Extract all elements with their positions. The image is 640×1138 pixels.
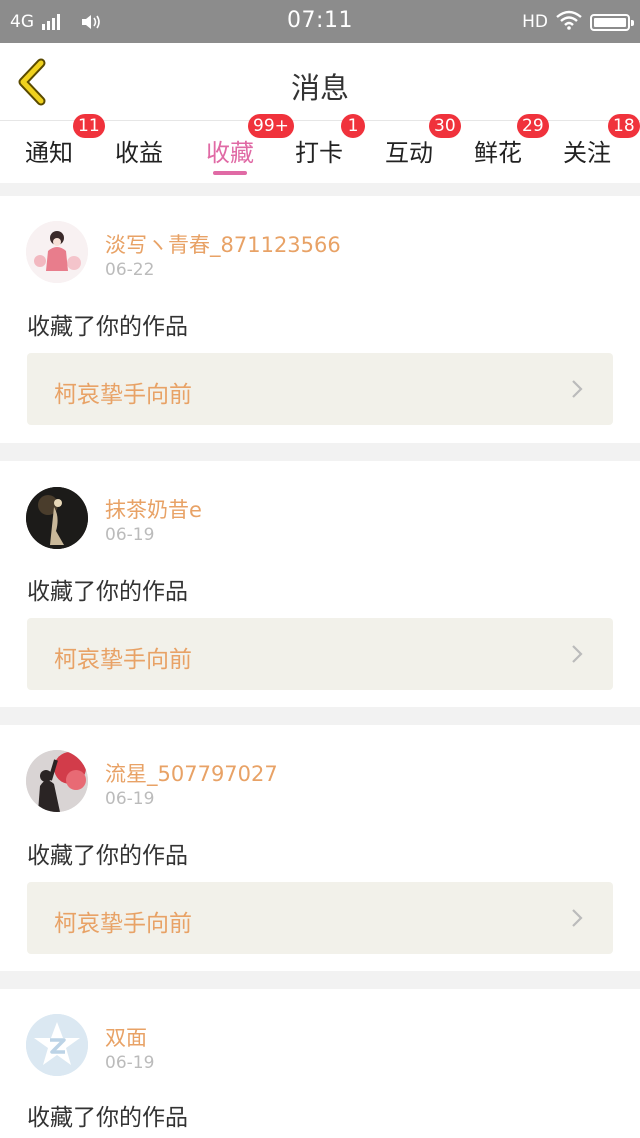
- unread-badge: 99+: [248, 114, 294, 138]
- message-text: 收藏了你的作品: [27, 1105, 188, 1131]
- unread-badge: 30: [429, 114, 461, 138]
- chevron-right-icon: [572, 645, 583, 663]
- message-card: 流星_507797027 06-19 收藏了你的作品 柯哀挚手向前: [0, 725, 640, 971]
- chevron-right-icon: [572, 380, 583, 398]
- avatar[interactable]: [26, 1014, 88, 1076]
- message-card: 双面 06-19 收藏了你的作品: [0, 989, 640, 1138]
- unread-badge: 29: [517, 114, 549, 138]
- tab-flowers[interactable]: 鲜花 29: [474, 114, 549, 183]
- battery-icon: [590, 13, 634, 31]
- avatar[interactable]: [26, 750, 88, 812]
- username[interactable]: 流星_507797027: [105, 758, 278, 788]
- tab-label: 互动: [385, 139, 433, 167]
- active-tab-indicator: [213, 171, 247, 175]
- username[interactable]: 双面: [105, 1022, 147, 1052]
- work-title: 柯哀挚手向前: [54, 911, 192, 937]
- tab-earnings[interactable]: 收益: [115, 121, 167, 183]
- message-text: 收藏了你的作品: [27, 843, 188, 869]
- tab-label: 收益: [115, 139, 163, 167]
- tab-interactions[interactable]: 互动 30: [385, 114, 461, 183]
- username[interactable]: 抹茶奶昔e: [105, 494, 202, 524]
- message-date: 06-19: [105, 1053, 155, 1073]
- unread-badge: 11: [73, 114, 105, 138]
- message-text: 收藏了你的作品: [27, 314, 188, 340]
- tab-label: 收藏: [206, 139, 254, 167]
- tab-favorites[interactable]: 收藏 99+: [206, 114, 294, 183]
- tab-notifications[interactable]: 通知 11: [25, 114, 105, 183]
- tab-bar: 通知 11 收益 收藏 99+ 打卡 1 互动 30 鲜花 29 关注 18: [0, 114, 640, 183]
- status-right: HD: [522, 10, 634, 35]
- tab-checkin[interactable]: 打卡 1: [295, 114, 365, 183]
- header: 消息: [0, 43, 640, 121]
- wifi-icon: [556, 10, 582, 35]
- message-text: 收藏了你的作品: [27, 579, 188, 605]
- tab-label: 打卡: [295, 139, 343, 167]
- work-title: 柯哀挚手向前: [54, 647, 192, 673]
- tab-label: 通知: [25, 139, 73, 167]
- tab-label: 关注: [563, 139, 611, 167]
- avatar[interactable]: [26, 221, 88, 283]
- unread-badge: 1: [341, 114, 365, 138]
- message-date: 06-19: [105, 525, 155, 545]
- page-title: 消息: [290, 71, 349, 105]
- hd-indicator: HD: [522, 12, 548, 32]
- username[interactable]: 淡写ヽ青春_871123566: [105, 229, 341, 259]
- message-date: 06-19: [105, 789, 155, 809]
- status-bar: 4G 07:11 HD: [0, 0, 640, 43]
- message-date: 06-22: [105, 260, 155, 280]
- work-link[interactable]: 柯哀挚手向前: [27, 882, 613, 954]
- avatar[interactable]: [26, 487, 88, 549]
- tab-follows[interactable]: 关注 18: [563, 114, 640, 183]
- work-title: 柯哀挚手向前: [54, 382, 192, 408]
- tab-label: 鲜花: [474, 139, 522, 167]
- chevron-right-icon: [572, 909, 583, 927]
- message-card: 抹茶奶昔e 06-19 收藏了你的作品 柯哀挚手向前: [0, 461, 640, 707]
- work-link[interactable]: 柯哀挚手向前: [27, 353, 613, 425]
- unread-badge: 18: [608, 114, 640, 138]
- message-card: 淡写ヽ青春_871123566 06-22 收藏了你的作品 柯哀挚手向前: [0, 196, 640, 443]
- work-link[interactable]: 柯哀挚手向前: [27, 618, 613, 690]
